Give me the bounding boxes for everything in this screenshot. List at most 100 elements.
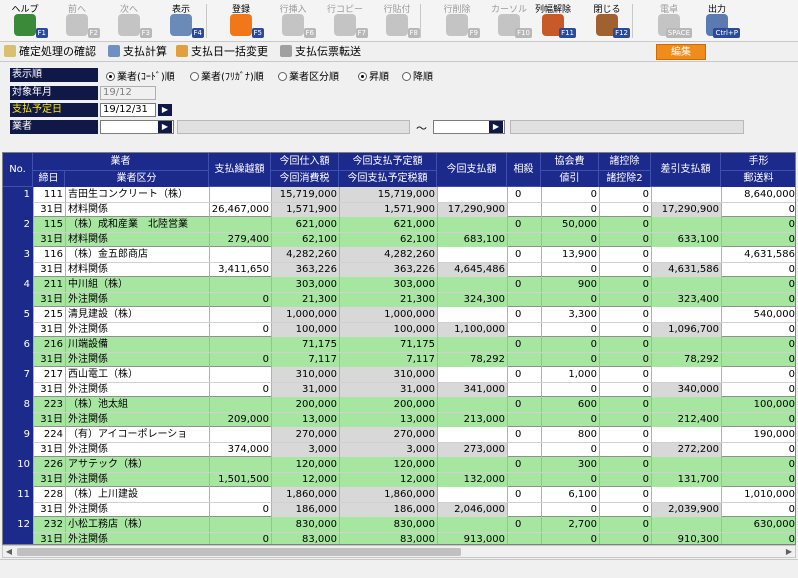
action-person[interactable]: 支払日一括変更 (176, 44, 268, 60)
cell-ded2[interactable]: 0 (599, 322, 651, 337)
cell-ded2[interactable]: 0 (599, 532, 651, 544)
cell-fee[interactable]: 0 (541, 187, 599, 202)
cell-tax[interactable]: 3,000 (271, 442, 339, 457)
cell-ptax[interactable]: 186,000 (339, 502, 437, 517)
cell-cls[interactable]: 材料関係 (65, 232, 209, 247)
cell-ptax[interactable]: 363,226 (339, 262, 437, 277)
order-code-radio[interactable]: 業者(ｺｰﾄﾞ)順 (106, 68, 175, 83)
cell-off[interactable]: 0 (507, 487, 541, 502)
cell-tax[interactable]: 83,000 (271, 532, 339, 544)
table-row[interactable]: 7 217 西山電工（株） 31日 外注関係 0 310,000 31,000 310,000 3… (3, 367, 795, 397)
action-confirm[interactable]: 確定処理の確認 (4, 44, 96, 60)
table-row[interactable]: 10 226 アサテック（株） 31日 外注関係 1,501,500 120,000 12,0… (3, 457, 795, 487)
cell-code[interactable]: 224 (33, 427, 65, 442)
cell-paid[interactable]: 1,100,000 (437, 322, 507, 337)
cell-ptax[interactable]: 83,000 (339, 532, 437, 544)
cell-ded2[interactable]: 0 (599, 472, 651, 487)
cell-off[interactable]: 0 (507, 277, 541, 292)
cell-disc[interactable]: 0 (541, 352, 599, 367)
cell-name[interactable]: 川端設備 (65, 337, 209, 352)
cell-tax[interactable]: 363,226 (271, 262, 339, 277)
order-kana-radio[interactable]: 業者(ﾌﾘｶﾞﾅ)順 (190, 68, 264, 83)
cell-fee[interactable]: 6,100 (541, 487, 599, 502)
toolbar-ok-button[interactable]: 登録 F5 (216, 0, 266, 42)
cell-carry[interactable]: 374,000 (209, 442, 271, 457)
cell-day[interactable]: 31日 (33, 262, 65, 277)
cell-ded[interactable]: 0 (599, 367, 651, 382)
cell-ded2[interactable]: 0 (599, 232, 651, 247)
cell-off[interactable]: 0 (507, 427, 541, 442)
cell-day[interactable]: 31日 (33, 322, 65, 337)
cell-code[interactable]: 211 (33, 277, 65, 292)
edit-button[interactable]: 編集 (656, 44, 706, 60)
cell-off[interactable]: 0 (507, 247, 541, 262)
cell-ded2[interactable]: 0 (599, 262, 651, 277)
cell-plan[interactable]: 200,000 (339, 397, 437, 412)
cell-disc[interactable]: 0 (541, 232, 599, 247)
cell-pur[interactable]: 71,175 (271, 337, 339, 352)
pay-date-lookup-icon[interactable]: ▶ (158, 104, 172, 116)
cell-disc[interactable]: 0 (541, 502, 599, 517)
cell-ptax[interactable]: 13,000 (339, 412, 437, 427)
cell-cls[interactable]: 外注関係 (65, 352, 209, 367)
cell-day[interactable]: 31日 (33, 502, 65, 517)
cell-carry[interactable]: 209,000 (209, 412, 271, 427)
cell-day[interactable]: 31日 (33, 472, 65, 487)
cell-net[interactable]: 17,290,900 (651, 202, 721, 217)
cell-day[interactable]: 31日 (33, 292, 65, 307)
cell-code[interactable]: 216 (33, 337, 65, 352)
cell-off[interactable]: 0 (507, 307, 541, 322)
cell-name[interactable]: （有）アイコーポレーショ (65, 427, 209, 442)
table-row[interactable]: 3 116 （株）金五郎商店 31日 材料関係 3,411,650 4,282,260 363… (3, 247, 795, 277)
cell-cls[interactable]: 外注関係 (65, 472, 209, 487)
cell-name[interactable]: 小松工務店（株） (65, 517, 209, 532)
cell-day[interactable]: 31日 (33, 532, 65, 544)
cell-code[interactable]: 116 (33, 247, 65, 262)
cell-net[interactable]: 340,000 (651, 382, 721, 397)
table-row[interactable]: 1 111 吉田生コンクリート（株） 31日 材料関係 26,467,000 15,719,… (3, 187, 795, 217)
cell-disc[interactable]: 0 (541, 442, 599, 457)
pay-date-field[interactable]: 19/12/31 (100, 103, 156, 117)
cell-plan[interactable]: 303,000 (339, 277, 437, 292)
table-row[interactable]: 11 228 （株）上川建設 31日 外注関係 0 1,860,000 186,000 1,86… (3, 487, 795, 517)
toolbar-close-door-button[interactable]: 閉じる F12 (582, 0, 632, 42)
cell-net[interactable]: 272,200 (651, 442, 721, 457)
vendor-to-lookup-icon[interactable]: ▶ (489, 121, 503, 133)
cell-fee[interactable]: 300 (541, 457, 599, 472)
cell-paid[interactable]: 324,300 (437, 292, 507, 307)
cell-carry[interactable]: 279,400 (209, 232, 271, 247)
cell-fee[interactable]: 0 (541, 337, 599, 352)
toolbar-printer-button[interactable]: 出力 Ctrl+P (692, 0, 742, 42)
toolbar-column-width-button[interactable]: 列幅解除 F11 (528, 0, 578, 42)
cell-tax[interactable]: 12,000 (271, 472, 339, 487)
cell-post[interactable]: 0 (721, 352, 795, 367)
cell-plan[interactable]: 1,000,000 (339, 307, 437, 322)
cell-ptax[interactable]: 62,100 (339, 232, 437, 247)
cell-plan[interactable]: 15,719,000 (339, 187, 437, 202)
cell-tax[interactable]: 21,300 (271, 292, 339, 307)
cell-paid[interactable]: 341,000 (437, 382, 507, 397)
cell-net[interactable]: 323,400 (651, 292, 721, 307)
cell-carry[interactable]: 0 (209, 322, 271, 337)
cell-day[interactable]: 31日 (33, 382, 65, 397)
cell-tax[interactable]: 62,100 (271, 232, 339, 247)
scroll-right-icon[interactable]: ▶ (784, 547, 794, 557)
cell-fee[interactable]: 1,000 (541, 367, 599, 382)
cell-net[interactable]: 633,100 (651, 232, 721, 247)
cell-ded2[interactable]: 0 (599, 502, 651, 517)
table-row[interactable]: 8 223 （株）池太組 31日 外注関係 209,000 200,000 13,000 200… (3, 397, 795, 427)
cell-name[interactable]: （株）金五郎商店 (65, 247, 209, 262)
cell-cls[interactable]: 材料関係 (65, 262, 209, 277)
cell-net[interactable]: 212,400 (651, 412, 721, 427)
horizontal-scrollbar[interactable]: ◀ ▶ (2, 545, 796, 558)
cell-off[interactable]: 0 (507, 187, 541, 202)
cell-tax[interactable]: 100,000 (271, 322, 339, 337)
cell-fee[interactable]: 600 (541, 397, 599, 412)
cell-cls[interactable]: 材料関係 (65, 202, 209, 217)
cell-off[interactable]: 0 (507, 217, 541, 232)
cell-day[interactable]: 31日 (33, 232, 65, 247)
cell-carry[interactable]: 1,501,500 (209, 472, 271, 487)
table-row[interactable]: 5 215 清見建設（株） 31日 外注関係 0 1,000,000 100,000 1,000… (3, 307, 795, 337)
cell-post[interactable]: 0 (721, 262, 795, 277)
action-transfer[interactable]: 支払伝票転送 (280, 44, 361, 60)
